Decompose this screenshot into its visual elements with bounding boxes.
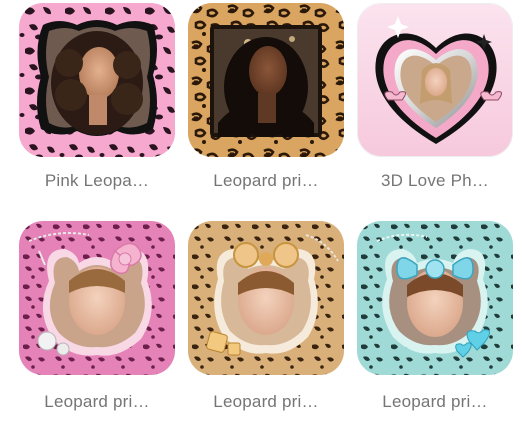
template-label: 3D Love Ph… xyxy=(380,171,490,190)
template-card-pink-leopard[interactable]: Pink Leopa… xyxy=(19,3,175,203)
template-card-leopard-teal-bow[interactable]: Leopard pri… xyxy=(357,221,513,421)
template-card-leopard-print[interactable]: Leopard pri… xyxy=(188,3,344,203)
template-label: Leopard pri… xyxy=(213,392,319,411)
template-thumbnail xyxy=(188,221,344,375)
template-thumbnail xyxy=(188,3,344,157)
template-label: Leopard pri… xyxy=(213,171,319,190)
template-label: Leopard pri… xyxy=(382,392,488,411)
template-label: Leopard pri… xyxy=(44,392,150,411)
template-grid: Pink Leopa… Leopard pri… 3D Love Ph… Leo… xyxy=(0,0,522,428)
template-card-leopard-bear[interactable]: Leopard pri… xyxy=(188,221,344,421)
template-thumbnail xyxy=(357,221,513,375)
template-card-leopard-pink-bow[interactable]: Leopard pri… xyxy=(19,221,175,421)
template-card-3d-love[interactable]: 3D Love Ph… xyxy=(357,3,513,203)
template-thumbnail xyxy=(357,3,513,157)
template-thumbnail xyxy=(19,221,175,375)
template-label: Pink Leopa… xyxy=(44,171,150,190)
template-thumbnail xyxy=(19,3,175,157)
